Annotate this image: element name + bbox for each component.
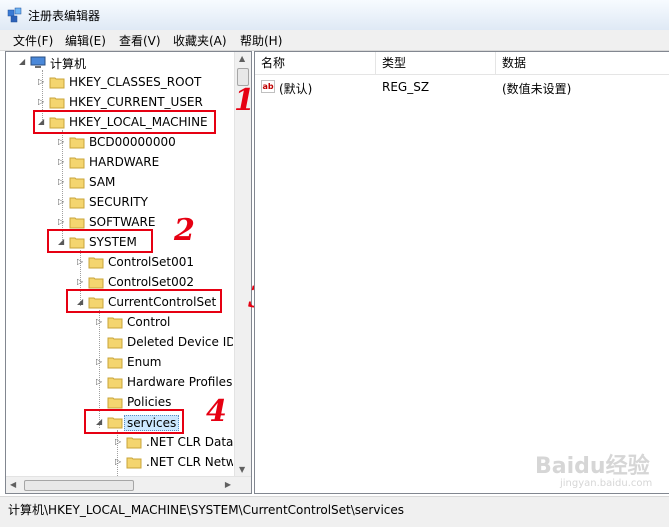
- expand-arrow-icon[interactable]: ▷: [77, 257, 85, 267]
- tree-node-hardware[interactable]: ▷ HARDWARE: [58, 154, 248, 172]
- tree-label: ControlSet002: [108, 275, 194, 289]
- tree-node-computer[interactable]: ◢ 计算机: [19, 54, 219, 72]
- expand-arrow-icon[interactable]: ▷: [58, 157, 66, 167]
- folder-icon: [49, 97, 65, 109]
- menu-view[interactable]: 查看(V): [119, 32, 161, 49]
- tree-node-security[interactable]: ▷ SECURITY: [58, 194, 248, 212]
- value-type: REG_SZ: [382, 80, 430, 94]
- tree-label: Hardware Profiles: [127, 375, 233, 389]
- watermark-url: jingyan.baidu.com: [560, 478, 653, 489]
- folder-icon: [107, 357, 123, 369]
- tree-node-deleted-device-id[interactable]: Deleted Device ID: [96, 334, 233, 352]
- value-list[interactable]: 名称 类型 数据 ab (默认) REG_SZ (数值未设置): [254, 51, 669, 494]
- tree-label: SECURITY: [89, 195, 148, 209]
- expand-arrow-icon[interactable]: ▷: [96, 377, 104, 387]
- menu-bar: 文件(F) 编辑(E) 查看(V) 收藏夹(A) 帮助(H): [0, 30, 669, 51]
- folder-icon: [69, 197, 85, 209]
- folder-icon: [69, 217, 85, 229]
- tree-node-hardware-profiles[interactable]: ▷ Hardware Profiles: [96, 374, 233, 392]
- window-title: 注册表编辑器: [28, 9, 101, 23]
- tree-label: BCD00000000: [89, 135, 176, 149]
- annotation-number: 1: [234, 83, 255, 118]
- menu-favorites[interactable]: 收藏夹(A): [173, 32, 227, 49]
- tree-node-hkcr[interactable]: ▷ HKEY_CLASSES_ROOT: [38, 74, 238, 92]
- tree-node-control[interactable]: ▷ Control: [96, 314, 236, 332]
- folder-icon: [107, 377, 123, 389]
- expand-arrow-icon[interactable]: ▷: [58, 137, 66, 147]
- expand-arrow-icon[interactable]: ▷: [58, 217, 66, 227]
- tree-label: ControlSet001: [108, 255, 194, 269]
- tree-node-sam[interactable]: ▷ SAM: [58, 174, 248, 192]
- regedit-icon: [7, 7, 22, 23]
- annotation-number: 2: [174, 213, 195, 248]
- menu-help[interactable]: 帮助(H): [240, 32, 282, 49]
- folder-icon: [69, 137, 85, 149]
- tree-label: Policies: [127, 395, 172, 409]
- folder-icon: [49, 77, 65, 89]
- tree-node-controlset001[interactable]: ▷ ControlSet001: [77, 254, 247, 272]
- folder-icon: [107, 317, 123, 329]
- value-data: (数值未设置): [502, 82, 572, 96]
- folder-icon: [107, 397, 123, 409]
- expand-arrow-icon[interactable]: ▷: [115, 437, 123, 447]
- scroll-left-icon[interactable]: ◀: [10, 480, 16, 489]
- expand-arrow-icon[interactable]: ▷: [96, 317, 104, 327]
- highlight-box-services: [84, 409, 184, 434]
- folder-icon: [69, 157, 85, 169]
- highlight-box-hklm: [33, 110, 216, 134]
- menu-file[interactable]: 文件(F): [13, 32, 53, 49]
- folder-icon: [126, 437, 142, 449]
- column-header-name[interactable]: 名称: [255, 52, 376, 74]
- scroll-up-icon[interactable]: ▲: [239, 54, 245, 63]
- status-path: 计算机\HKEY_LOCAL_MACHINE\SYSTEM\CurrentCon…: [8, 503, 405, 517]
- tree-label: HKEY_CURRENT_USER: [69, 95, 203, 109]
- scroll-down-icon[interactable]: ▼: [239, 465, 245, 474]
- folder-icon: [88, 277, 104, 289]
- value-name: (默认): [279, 82, 313, 96]
- tree-label: Deleted Device ID: [127, 335, 233, 349]
- tree-label: SOFTWARE: [89, 215, 156, 229]
- annotation-number: 4: [206, 394, 227, 429]
- expand-arrow-icon[interactable]: ▷: [115, 457, 123, 467]
- status-bar: 计算机\HKEY_LOCAL_MACHINE\SYSTEM\CurrentCon…: [0, 496, 669, 527]
- tree-label: Control: [127, 315, 171, 329]
- expand-arrow-icon[interactable]: ▷: [77, 277, 85, 287]
- tree-label: SAM: [89, 175, 116, 189]
- expand-arrow-icon[interactable]: ▷: [38, 97, 46, 107]
- title-bar: 注册表编辑器: [0, 0, 669, 31]
- horizontal-scrollbar[interactable]: ◀ ▶: [6, 476, 251, 493]
- tree-node-bcd[interactable]: ▷ BCD00000000: [58, 134, 248, 152]
- expand-arrow-icon[interactable]: ▷: [58, 177, 66, 187]
- ab-string-icon: ab: [261, 80, 275, 93]
- expand-arrow-icon[interactable]: ▷: [96, 357, 104, 367]
- tree-label: HARDWARE: [89, 155, 160, 169]
- watermark-logo: Baidu经验: [535, 454, 650, 479]
- menu-edit[interactable]: 编辑(E): [65, 32, 106, 49]
- highlight-box-currentcontrolset: [66, 289, 222, 313]
- tree-node-net-clr-data[interactable]: ▷ .NET CLR Data: [115, 434, 233, 452]
- expand-arrow-icon[interactable]: ▷: [38, 77, 46, 87]
- collapse-arrow-icon[interactable]: ◢: [19, 57, 27, 67]
- folder-icon: [69, 177, 85, 189]
- tree-node-enum[interactable]: ▷ Enum: [96, 354, 233, 372]
- tree-label: Enum: [127, 355, 162, 369]
- computer-icon: [30, 56, 46, 68]
- column-header-row: 名称 类型 数据: [255, 52, 669, 75]
- scroll-thumb[interactable]: [24, 480, 134, 491]
- scroll-right-icon[interactable]: ▶: [225, 480, 231, 489]
- tree-label: .NET CLR Data: [146, 435, 233, 449]
- tree-label: HKEY_CLASSES_ROOT: [69, 75, 202, 89]
- tree-label: .NET CLR Networking: [146, 455, 233, 469]
- tree-node-net-clr-networking[interactable]: ▷ .NET CLR Networking: [115, 454, 233, 472]
- folder-icon: [107, 337, 123, 349]
- tree-label: 计算机: [50, 57, 87, 71]
- folder-icon: [126, 457, 142, 469]
- folder-icon: [88, 257, 104, 269]
- highlight-box-system: [47, 229, 153, 253]
- column-header-type[interactable]: 类型: [376, 52, 496, 74]
- expand-arrow-icon[interactable]: ▷: [58, 197, 66, 207]
- column-header-data[interactable]: 数据: [496, 52, 669, 74]
